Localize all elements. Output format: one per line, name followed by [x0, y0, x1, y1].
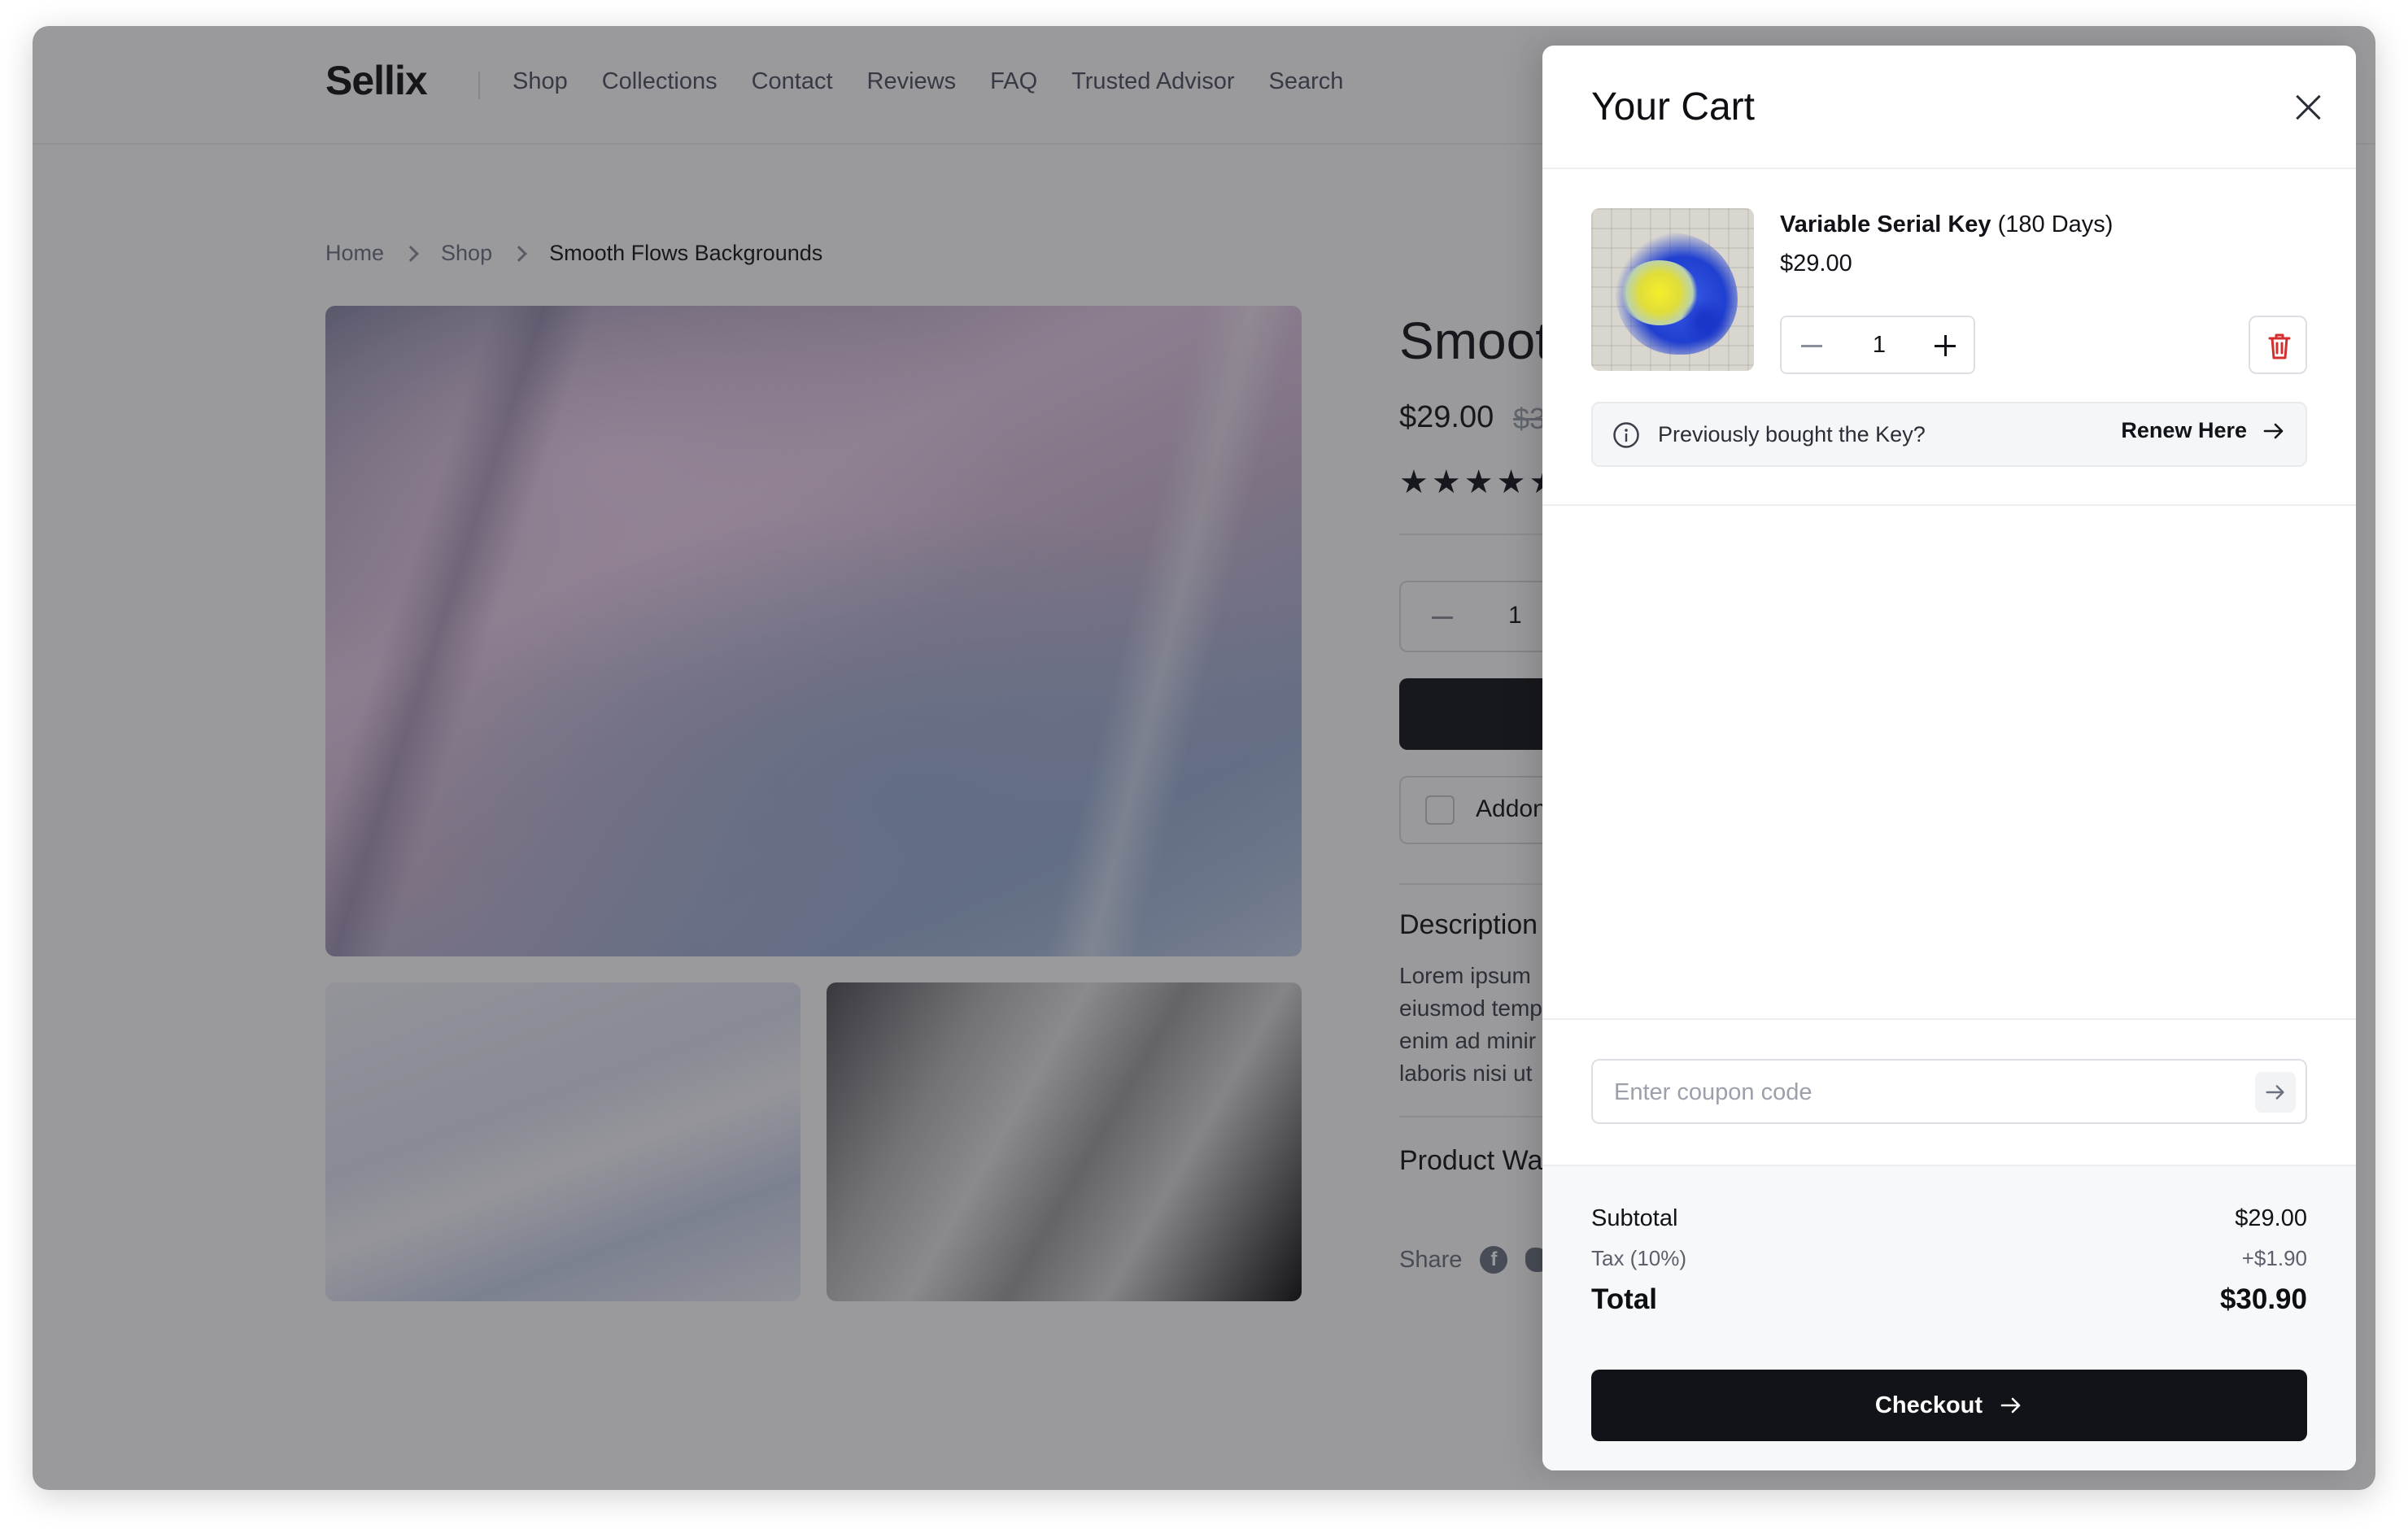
total-label: Total — [1591, 1283, 1658, 1315]
cart-item-name: Variable Serial Key (180 Days) — [1780, 211, 2114, 237]
order-summary: Subtotal $29.00 Tax (10%) +$1.90 Total $… — [1542, 1165, 2356, 1470]
subtotal-value: $29.00 — [2235, 1205, 2307, 1231]
divider — [1542, 1018, 2356, 1020]
browser-window: Sellix Shop Collections Contact Reviews … — [33, 26, 2375, 1490]
tax-row: Tax (10%) +$1.90 — [1591, 1246, 2307, 1271]
quantity-stepper: 1 — [1780, 316, 1975, 374]
cart-title: Your Cart — [1591, 85, 1755, 129]
cart-header: Your Cart — [1542, 46, 2356, 169]
apply-coupon-button[interactable] — [2255, 1072, 2296, 1113]
trash-icon — [2268, 333, 2291, 359]
arrow-right-icon — [2000, 1397, 2021, 1414]
subtotal-label: Subtotal — [1591, 1205, 1678, 1231]
total-row: Total $30.90 — [1591, 1283, 2307, 1316]
info-icon — [1613, 422, 1639, 448]
coupon-field — [1591, 1059, 2307, 1124]
arrow-right-icon — [2266, 1085, 2284, 1100]
checkout-button[interactable]: Checkout — [1591, 1370, 2307, 1441]
renew-link[interactable]: Renew Here — [2121, 418, 2286, 443]
checkout-label: Checkout — [1874, 1392, 1983, 1418]
remove-item-button[interactable] — [2249, 316, 2307, 374]
quantity-value[interactable]: 1 — [1863, 332, 1895, 359]
plus-icon[interactable] — [1923, 324, 1967, 368]
divider — [1542, 504, 2356, 506]
subtotal-row: Subtotal $29.00 — [1591, 1205, 2307, 1232]
tax-label: Tax (10%) — [1591, 1246, 1687, 1270]
coupon-input[interactable] — [1614, 1074, 2232, 1111]
close-icon[interactable] — [2291, 89, 2327, 125]
total-value: $30.90 — [2219, 1283, 2307, 1315]
renew-text: Previously bought the Key? — [1658, 422, 1926, 447]
cart-item-price: $29.00 — [1780, 250, 1852, 277]
renew-banner: Previously bought the Key? Renew Here — [1591, 402, 2307, 467]
tax-value: +$1.90 — [2241, 1246, 2307, 1270]
arrow-right-icon — [2263, 423, 2284, 438]
cart-drawer: Your Cart Variable Serial Key (180 Days)… — [1542, 46, 2356, 1470]
minus-icon[interactable] — [1790, 324, 1834, 368]
cart-item-image — [1591, 208, 1754, 371]
